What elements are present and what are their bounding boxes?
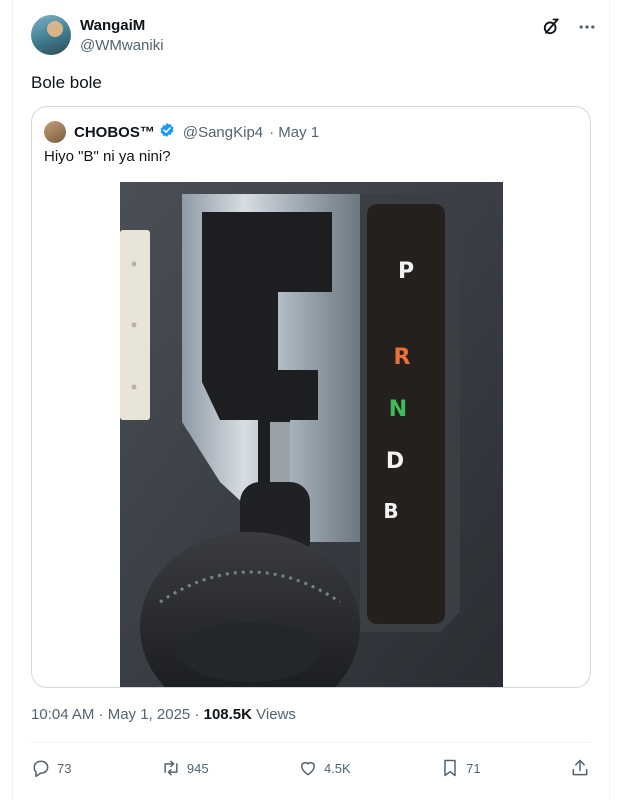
bookmark-button[interactable]: 71 [440,758,481,778]
gear-d: D [386,449,404,474]
quoted-author-handle: @SangKip4 [182,123,264,141]
author-name[interactable]: WangaiM [80,16,164,36]
share-icon [570,758,590,778]
quoted-date: · May 1 [269,123,320,141]
timeline-border-right [609,0,610,800]
share-button[interactable] [570,758,590,778]
tweet-actions: 73 945 4.5K 71 [31,752,590,784]
verified-badge-icon [159,122,175,142]
quoted-author-name: CHOBOS™ [74,123,155,141]
more-icon[interactable] [576,16,598,38]
like-count: 4.5K [323,760,351,776]
bookmark-icon [440,758,460,778]
repost-icon [161,758,181,778]
reply-count: 73 [57,760,72,776]
actions-divider [31,742,590,743]
quoted-author-avatar [44,121,66,143]
tweet-timestamp[interactable]: 10:04 AM · May 1, 2025 [31,706,190,723]
author-handle[interactable]: @WMwaniki [80,36,164,56]
gear-r: R [394,345,411,370]
author-block: WangaiM @WMwaniki [80,16,164,56]
timeline-border-left [12,0,13,800]
gear-p: P [398,259,414,284]
tweet-meta: 10:04 AM · May 1, 2025 · 108.5K Views [31,706,296,723]
gear-b: B [383,499,398,523]
reply-button[interactable]: 73 [31,758,71,778]
grok-icon[interactable] [540,16,562,38]
repost-count: 945 [186,760,209,776]
views-count: 108.5K [203,706,252,723]
reply-icon [31,758,51,778]
repost-button[interactable]: 945 [161,758,209,778]
like-button[interactable]: 4.5K [298,758,351,778]
meta-separator: · [190,706,204,723]
gear-n: N [389,397,407,422]
gear-shifter-photo[interactable]: P R N D B [120,182,503,687]
quoted-tweet-header: CHOBOS™ @SangKip4 · May 1 [44,121,319,143]
like-icon [298,758,318,778]
tweet-text: Bole bole [31,73,102,92]
bookmark-count: 71 [466,760,481,776]
author-avatar[interactable] [31,15,71,55]
quoted-tweet[interactable]: CHOBOS™ @SangKip4 · May 1 Hiyo "B" ni ya… [31,106,591,688]
tweet-header-actions [540,16,598,38]
views-label: Views [256,706,296,723]
quoted-tweet-text: Hiyo "B" ni ya nini? [44,148,171,165]
